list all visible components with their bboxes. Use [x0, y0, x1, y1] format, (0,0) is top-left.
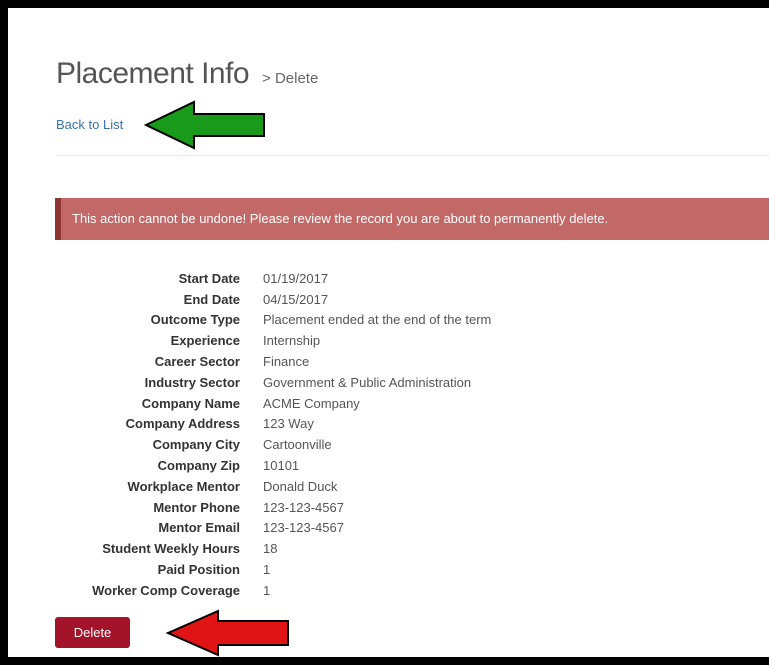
detail-label: Company Name [141, 395, 240, 411]
detail-value: Placement ended at the end of the term [263, 312, 492, 328]
detail-row: Company City Cartoonville [56, 434, 491, 455]
detail-value: 18 [263, 541, 278, 557]
detail-label: Mentor Phone [153, 499, 240, 515]
detail-label: Experience [170, 333, 240, 349]
detail-label: Company Address [125, 416, 240, 432]
detail-row: Career Sector Finance [56, 351, 491, 372]
page-title-subtitle: > Delete [262, 70, 319, 87]
detail-value: 01/19/2017 [263, 270, 329, 286]
page-title: Placement Info > Delete [56, 56, 318, 89]
delete-button[interactable]: Delete [55, 617, 130, 648]
detail-row: Outcome Type Placement ended at the end o… [56, 310, 492, 331]
detail-value: 10101 [263, 458, 300, 474]
detail-row: Company Name ACME Company [56, 393, 491, 414]
detail-label: Mentor Email [158, 520, 240, 536]
detail-value: Finance [263, 354, 310, 370]
detail-row: End Date 04/15/2017 [56, 289, 491, 310]
detail-row: Experience Internship [56, 330, 491, 351]
detail-label: Company Zip [157, 458, 240, 474]
warning-alert: This action cannot be undone! Please rev… [55, 198, 769, 240]
red-arrow-icon [166, 609, 289, 657]
detail-label: Workplace Mentor [127, 478, 240, 494]
detail-row: Industry Sector Government & Public Admin… [56, 372, 491, 393]
detail-row: Mentor Phone 123-123-4567 [56, 497, 491, 518]
detail-label: Outcome Type [150, 312, 240, 328]
detail-value: Internship [263, 333, 321, 349]
detail-value: Cartoonville [263, 437, 332, 453]
detail-label: Worker Comp Coverage [92, 582, 240, 598]
detail-value: 123-123-4567 [263, 520, 344, 536]
detail-value: Government & Public Administration [263, 374, 472, 390]
page-title-main: Placement Info [56, 57, 250, 90]
detail-row: Workplace Mentor Donald Duck [56, 476, 491, 497]
detail-row: Company Zip 10101 [56, 455, 491, 476]
detail-value: 123 Way [263, 416, 314, 432]
green-arrow-icon [144, 100, 265, 150]
detail-value: ACME Company [263, 395, 360, 411]
warning-alert-text: This action cannot be undone! Please rev… [72, 211, 609, 226]
detail-value: 04/15/2017 [263, 291, 329, 307]
detail-label: Paid Position [157, 562, 240, 578]
detail-value: 123-123-4567 [263, 499, 344, 515]
detail-label: End Date [183, 291, 240, 307]
detail-label: Industry Sector [144, 374, 240, 390]
detail-value: 1 [263, 582, 271, 598]
detail-label: Career Sector [154, 354, 240, 370]
detail-value: Donald Duck [263, 478, 338, 494]
detail-row: Mentor Email 123-123-4567 [56, 518, 491, 539]
detail-row: Student Weekly Hours 18 [56, 538, 491, 559]
detail-label: Start Date [178, 270, 240, 286]
divider [56, 155, 769, 156]
detail-label: Student Weekly Hours [102, 541, 240, 557]
record-details: Start Date 01/19/2017 End Date 04/15/2017 Ou… [56, 268, 491, 601]
detail-row: Paid Position 1 [56, 559, 491, 580]
detail-row: Start Date 01/19/2017 [56, 268, 491, 289]
detail-label: Company City [152, 437, 240, 453]
detail-row: Company Address 123 Way [56, 414, 491, 435]
page-frame: Placement Info > Delete Back to List Thi… [8, 8, 769, 657]
back-to-list-link[interactable]: Back to List [56, 117, 123, 132]
detail-value: 1 [263, 562, 271, 578]
detail-row: Worker Comp Coverage 1 [56, 580, 491, 601]
